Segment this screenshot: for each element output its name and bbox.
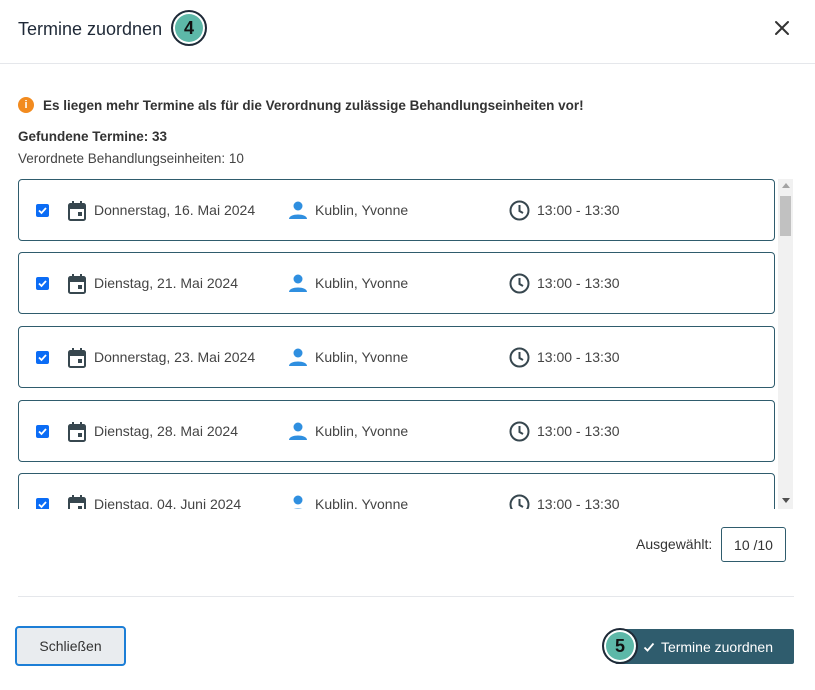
clock-icon — [509, 200, 530, 221]
therapist-name: Kublin, Yvonne — [315, 423, 409, 439]
clock-icon — [509, 273, 530, 294]
appointment-time: 13:00 - 13:30 — [537, 423, 620, 439]
person-icon — [289, 201, 307, 219]
clock-icon — [509, 494, 530, 509]
person-icon — [293, 495, 303, 509]
calendar-icon — [68, 274, 86, 294]
dialog-header: Termine zuordnen 4 — [0, 0, 815, 64]
appointment-row[interactable]: Donnerstag, 16. Mai 2024 Kublin, Yvonne … — [18, 179, 775, 241]
appointment-time: 13:00 - 13:30 — [537, 349, 620, 365]
info-icon: i — [18, 97, 34, 113]
warning-message: i Es liegen mehr Termine als für die Ver… — [18, 97, 584, 113]
appointment-checkbox[interactable] — [36, 204, 49, 217]
appointment-time: 13:00 - 13:30 — [537, 275, 620, 291]
appointment-row[interactable]: Dienstag, 21. Mai 2024 Kublin, Yvonne 13… — [18, 252, 775, 314]
appointment-checkbox[interactable] — [36, 498, 49, 509]
appointment-time: 13:00 - 13:30 — [537, 496, 620, 509]
assign-button-label: Termine zuordnen — [660, 638, 773, 655]
prescribed-units: Verordnete Behandlungseinheiten: 10 — [18, 151, 244, 166]
selected-count: 10 /10 — [721, 527, 786, 562]
calendar-icon — [68, 422, 86, 442]
appointment-date: Dienstag, 28. Mai 2024 — [94, 423, 238, 439]
selected-label: Ausgewählt: — [636, 536, 713, 552]
therapist-name: Kublin, Yvonne — [315, 349, 409, 365]
clock-icon — [509, 421, 530, 442]
appointment-date: Dienstag, 21. Mai 2024 — [94, 275, 238, 291]
appointment-time: 13:00 - 13:30 — [537, 202, 620, 218]
calendar-icon — [68, 495, 86, 509]
appointment-checkbox[interactable] — [36, 351, 49, 364]
close-button[interactable]: Schließen — [15, 626, 126, 666]
found-count: Gefundene Termine: 33 — [18, 129, 168, 144]
scroll-down-arrow-icon[interactable] — [782, 498, 790, 503]
step-badge: 5 — [602, 628, 638, 664]
appointment-row[interactable]: Dienstag, 04. Juni 2024 Kublin, Yvonne 1… — [18, 473, 775, 509]
therapist-name: Kublin, Yvonne — [315, 202, 409, 218]
footer-divider — [18, 596, 794, 597]
appointment-checkbox[interactable] — [36, 425, 49, 438]
appointment-row[interactable]: Dienstag, 28. Mai 2024 Kublin, Yvonne 13… — [18, 400, 775, 462]
appointment-date: Dienstag, 04. Juni 2024 — [94, 496, 242, 509]
therapist-name: Kublin, Yvonne — [315, 275, 409, 291]
appointment-checkbox[interactable] — [36, 277, 49, 290]
appointment-date: Donnerstag, 23. Mai 2024 — [94, 349, 256, 365]
dialog-title: Termine zuordnen — [18, 19, 163, 39]
step-badge: 4 — [171, 10, 207, 46]
list-scrollbar[interactable] — [778, 179, 793, 509]
close-icon[interactable] — [770, 16, 794, 40]
clock-icon — [509, 347, 530, 368]
person-icon — [289, 274, 307, 292]
therapist-name: Kublin, Yvonne — [315, 496, 409, 509]
check-icon — [643, 642, 655, 652]
scroll-up-arrow-icon[interactable] — [782, 183, 790, 188]
appointment-row[interactable]: Donnerstag, 23. Mai 2024 Kublin, Yvonne … — [18, 326, 775, 388]
warning-text: Es liegen mehr Termine als für die Veror… — [43, 97, 584, 113]
appointment-list: Donnerstag, 16. Mai 2024 Kublin, Yvonne … — [18, 179, 793, 509]
scrollbar-thumb[interactable] — [780, 196, 791, 236]
calendar-icon — [68, 201, 86, 221]
person-icon — [289, 422, 307, 440]
assign-appointments-button[interactable]: Termine zuordnen — [615, 629, 794, 664]
person-icon — [289, 348, 307, 366]
calendar-icon — [68, 348, 86, 368]
appointment-date: Donnerstag, 16. Mai 2024 — [94, 202, 256, 218]
